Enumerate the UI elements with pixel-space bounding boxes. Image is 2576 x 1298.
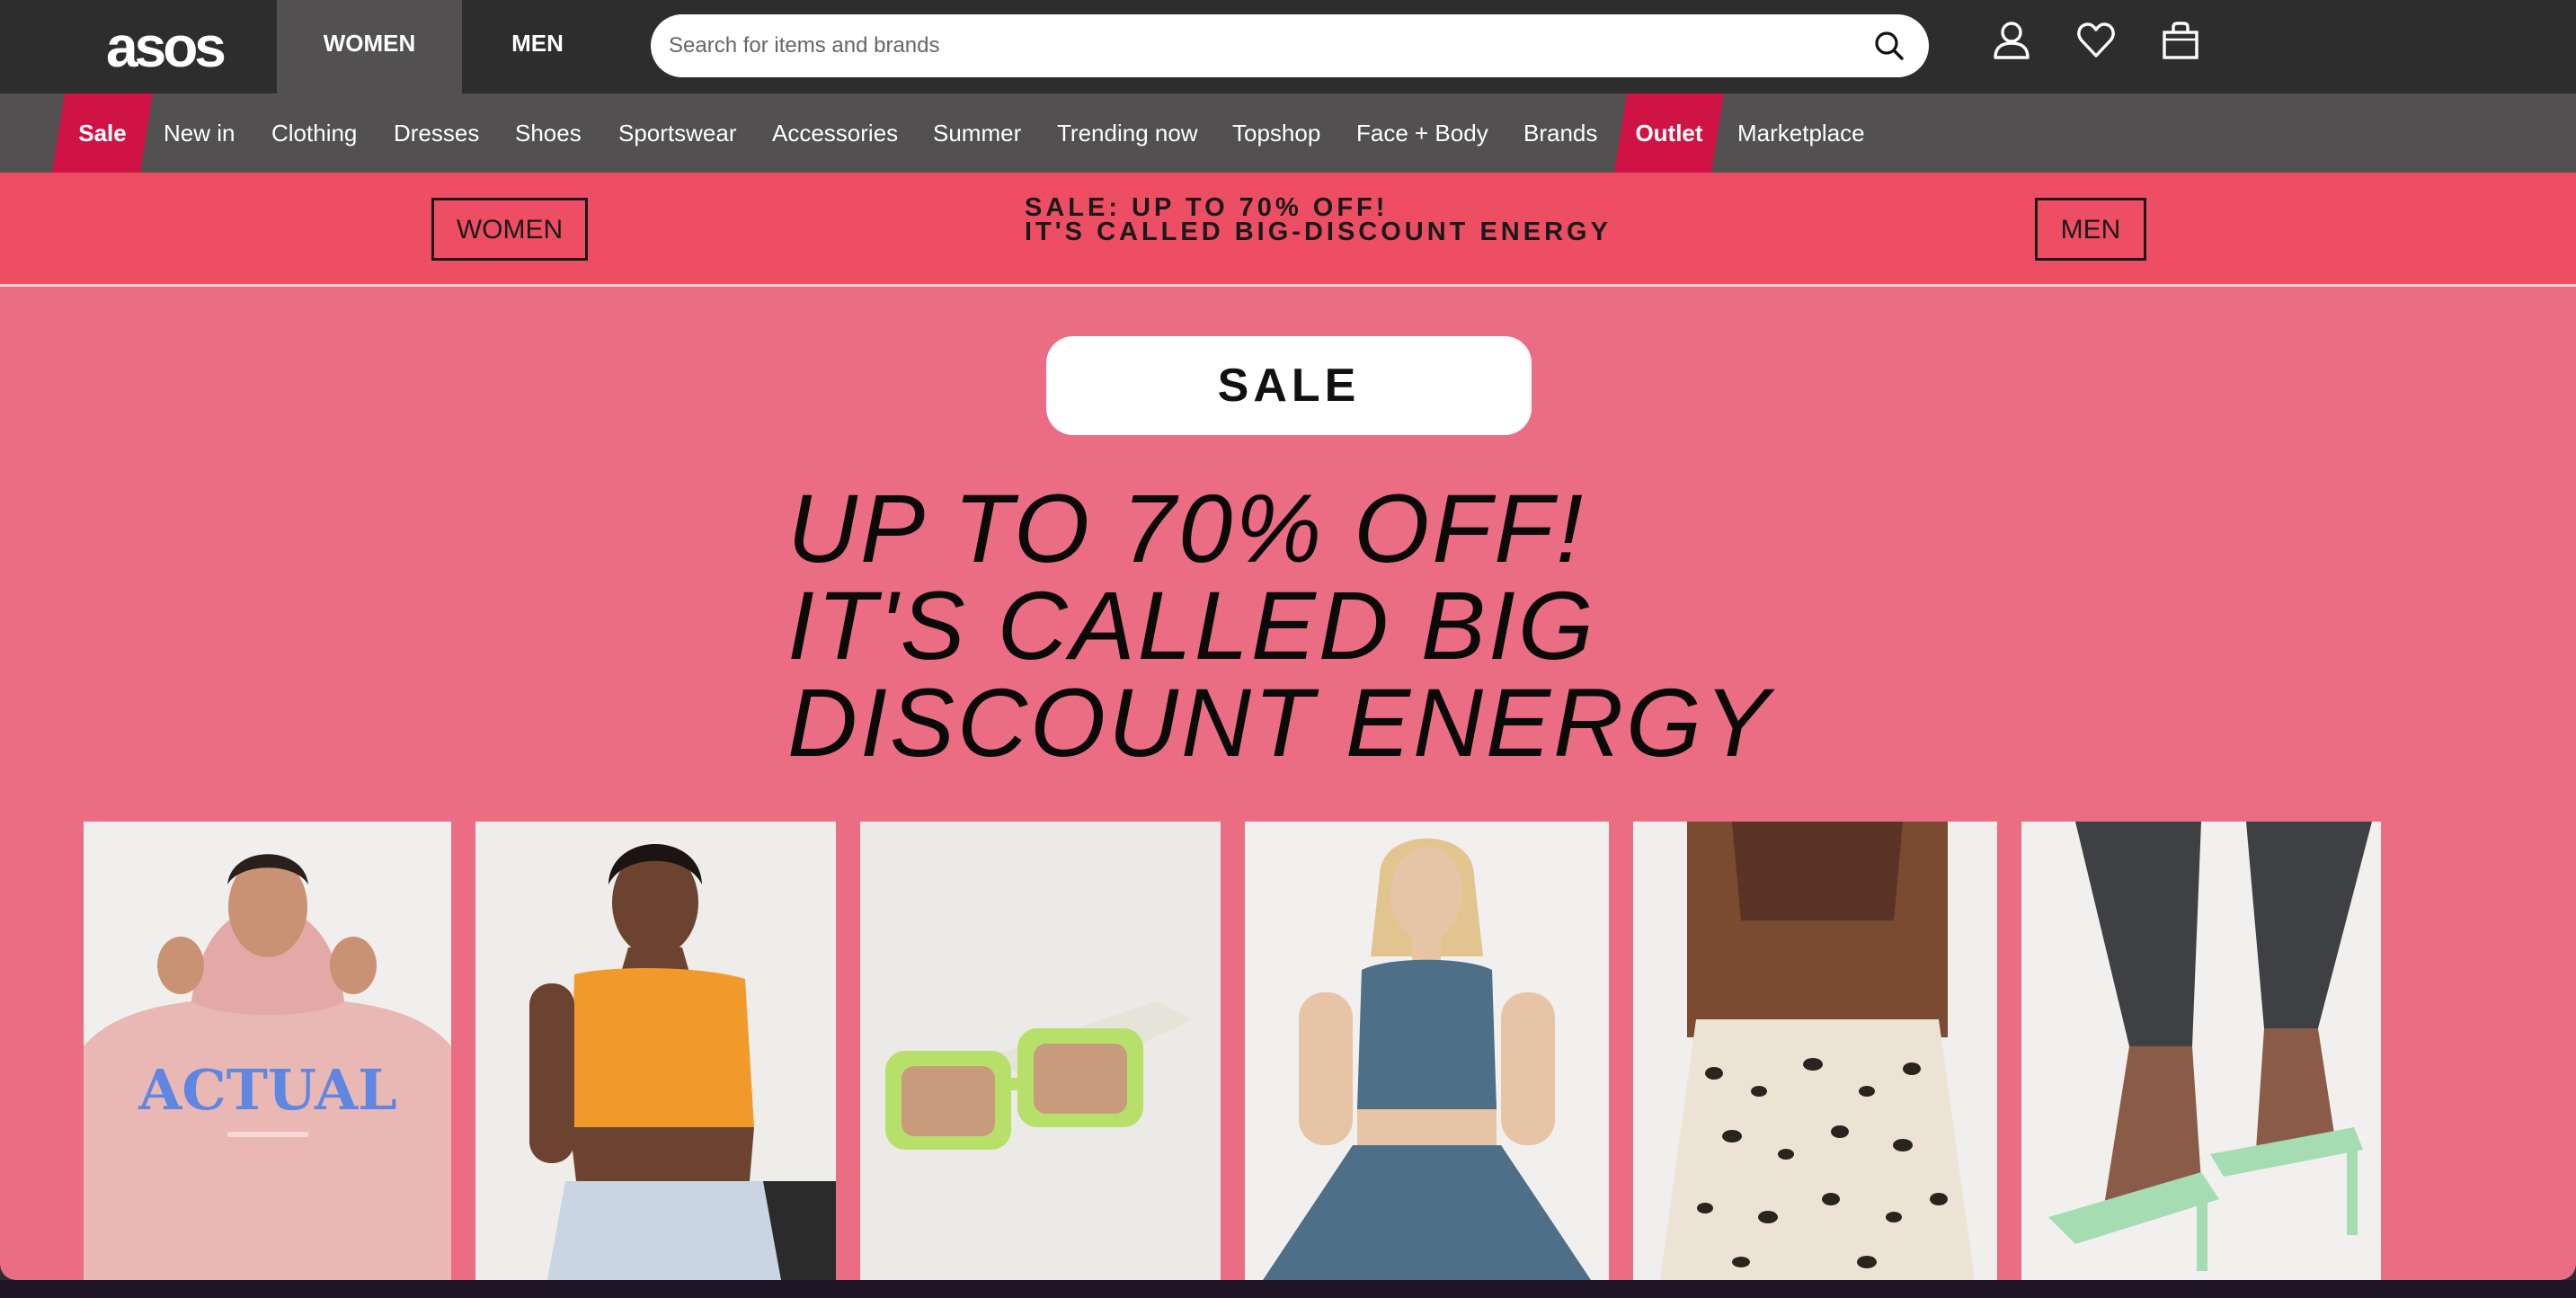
promo-line-2: IT'S CALLED BIG-DISCOUNT ENERGY	[1025, 218, 1612, 246]
headline-line-2: IT'S CALLED BIG	[787, 571, 1596, 680]
promo-women-button[interactable]: WOMEN	[431, 198, 588, 261]
promo-banner: WOMEN SALE: UP TO 70% OFF! IT'S CALLED B…	[0, 173, 2576, 284]
bag-icon[interactable]	[2161, 20, 2200, 61]
hoodie-print-text: ACTUAL	[138, 1057, 396, 1123]
search-bar	[651, 14, 1929, 77]
pink-hoodie-product[interactable]: ACTUAL	[84, 822, 451, 1280]
asos-page: asos WOMEN MEN Search for items and bran…	[0, 0, 2576, 1280]
nav-face-body[interactable]: Face + Body	[1356, 93, 1488, 173]
sale-button[interactable]: SALE	[1046, 336, 1532, 435]
nav-new-in[interactable]: New in	[164, 93, 235, 173]
search-input[interactable]	[669, 14, 1837, 77]
hero-headline: UP TO 70% OFF! IT'S CALLED BIG DISCOUNT …	[787, 480, 1956, 771]
promo-message[interactable]: SALE: UP TO 70% OFF! IT'S CALLED BIG-DIS…	[1025, 193, 1654, 246]
nav-brands[interactable]: Brands	[1523, 93, 1597, 173]
nav-topshop[interactable]: Topshop	[1232, 93, 1320, 173]
nav-sale[interactable]: Sale	[52, 93, 153, 173]
nav-shoes[interactable]: Shoes	[515, 93, 582, 173]
banner-divider	[0, 284, 2576, 287]
category-nav: Sale New in Clothing Dresses Shoes Sport…	[0, 93, 2576, 173]
women-tab[interactable]: WOMEN	[277, 0, 462, 93]
nav-marketplace[interactable]: Marketplace	[1737, 93, 1865, 173]
green-sunglasses-product[interactable]	[860, 822, 1221, 1280]
account-icon[interactable]	[1992, 20, 2031, 61]
nav-summer[interactable]: Summer	[933, 93, 1021, 173]
orange-crop-top-product[interactable]	[475, 822, 836, 1280]
nav-outlet[interactable]: Outlet	[1614, 93, 1724, 173]
asos-logo[interactable]: asos	[106, 9, 227, 84]
promo-line-1: SALE: UP TO 70% OFF!	[1025, 193, 1389, 222]
nav-sportswear[interactable]: Sportswear	[618, 93, 737, 173]
nav-accessories[interactable]: Accessories	[772, 93, 898, 173]
nav-clothing[interactable]: Clothing	[271, 93, 357, 173]
desktop-dock-strip	[0, 1280, 2576, 1298]
leopard-shorts-product[interactable]	[1633, 822, 1997, 1280]
promo-men-button[interactable]: MEN	[2035, 198, 2146, 261]
top-header: asos WOMEN MEN	[0, 0, 2576, 93]
men-tab[interactable]: MEN	[462, 0, 613, 93]
heart-icon[interactable]	[2076, 20, 2116, 61]
headline-line-1: UP TO 70% OFF!	[787, 474, 1586, 582]
headline-line-3: DISCOUNT ENERGY	[787, 668, 1772, 777]
nav-trending-now[interactable]: Trending now	[1057, 93, 1198, 173]
search-icon[interactable]	[1873, 30, 1905, 62]
blue-activewear-product[interactable]	[1245, 822, 1609, 1280]
nav-dresses[interactable]: Dresses	[394, 93, 479, 173]
mint-heeled-sandals-product[interactable]	[2021, 822, 2381, 1280]
